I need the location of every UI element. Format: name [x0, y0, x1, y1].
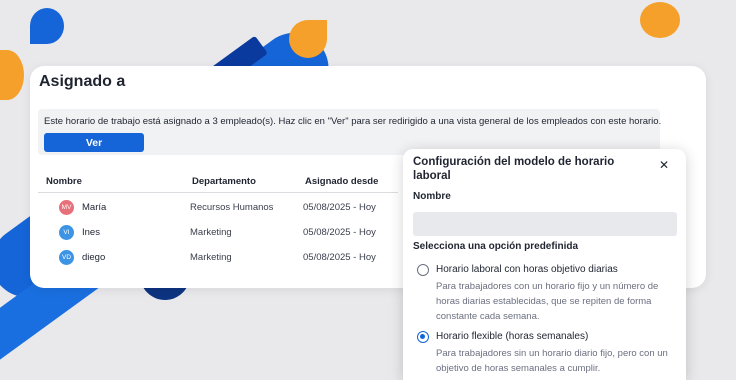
avatar: MV [59, 200, 74, 215]
assigned-since: 05/08/2025 - Hoy [303, 202, 376, 213]
preset-label: Selecciona una opción predefinida [413, 241, 579, 252]
info-text: Este horario de trabajo está asignado a … [44, 116, 662, 127]
assigned-since: 05/08/2025 - Hoy [303, 252, 376, 263]
table-row[interactable]: VI Ines Marketing 05/08/2025 - Hoy [30, 225, 410, 247]
header-divider [38, 192, 398, 193]
name-label: Nombre [413, 191, 451, 202]
employee-department: Recursos Humanos [190, 202, 274, 213]
option-description-flexible: Para trabajadores sin un horario diario … [436, 348, 668, 374]
decorative-drop [0, 50, 24, 100]
name-input[interactable] [413, 212, 677, 236]
option-radio-flexible[interactable] [417, 331, 429, 343]
assigned-since: 05/08/2025 - Hoy [303, 227, 376, 238]
table-row[interactable]: MV María Recursos Humanos 05/08/2025 - H… [30, 200, 410, 222]
employee-department: Marketing [190, 252, 232, 263]
decorative-drop [640, 2, 680, 38]
avatar: VD [59, 250, 74, 265]
avatar: VI [59, 225, 74, 240]
employee-name: Ines [82, 227, 100, 238]
option-title-flexible[interactable]: Horario flexible (horas semanales) [436, 331, 588, 342]
option-title-daily[interactable]: Horario laboral con horas objetivo diari… [436, 264, 618, 275]
close-icon[interactable]: ✕ [659, 158, 669, 172]
option-radio-daily[interactable] [417, 264, 429, 276]
decorative-drop [30, 8, 64, 44]
column-header-name[interactable]: Nombre [46, 176, 82, 187]
table-row[interactable]: VD diego Marketing 05/08/2025 - Hoy [30, 250, 410, 272]
panel-title: Configuración del modelo de horario labo… [413, 156, 615, 182]
employee-name: diego [82, 252, 106, 263]
employee-department: Marketing [190, 227, 232, 238]
column-header-assigned-since[interactable]: Asignado desde [305, 176, 378, 187]
schedule-config-panel: Configuración del modelo de horario labo… [403, 149, 686, 380]
card-title: Asignado a [39, 73, 126, 90]
option-description-daily: Para trabajadores con un horario fijo y … [436, 281, 659, 322]
decorative-drop [289, 20, 327, 58]
view-button[interactable]: Ver [44, 133, 144, 152]
column-header-department[interactable]: Departamento [192, 176, 256, 187]
employee-name: María [82, 202, 107, 213]
